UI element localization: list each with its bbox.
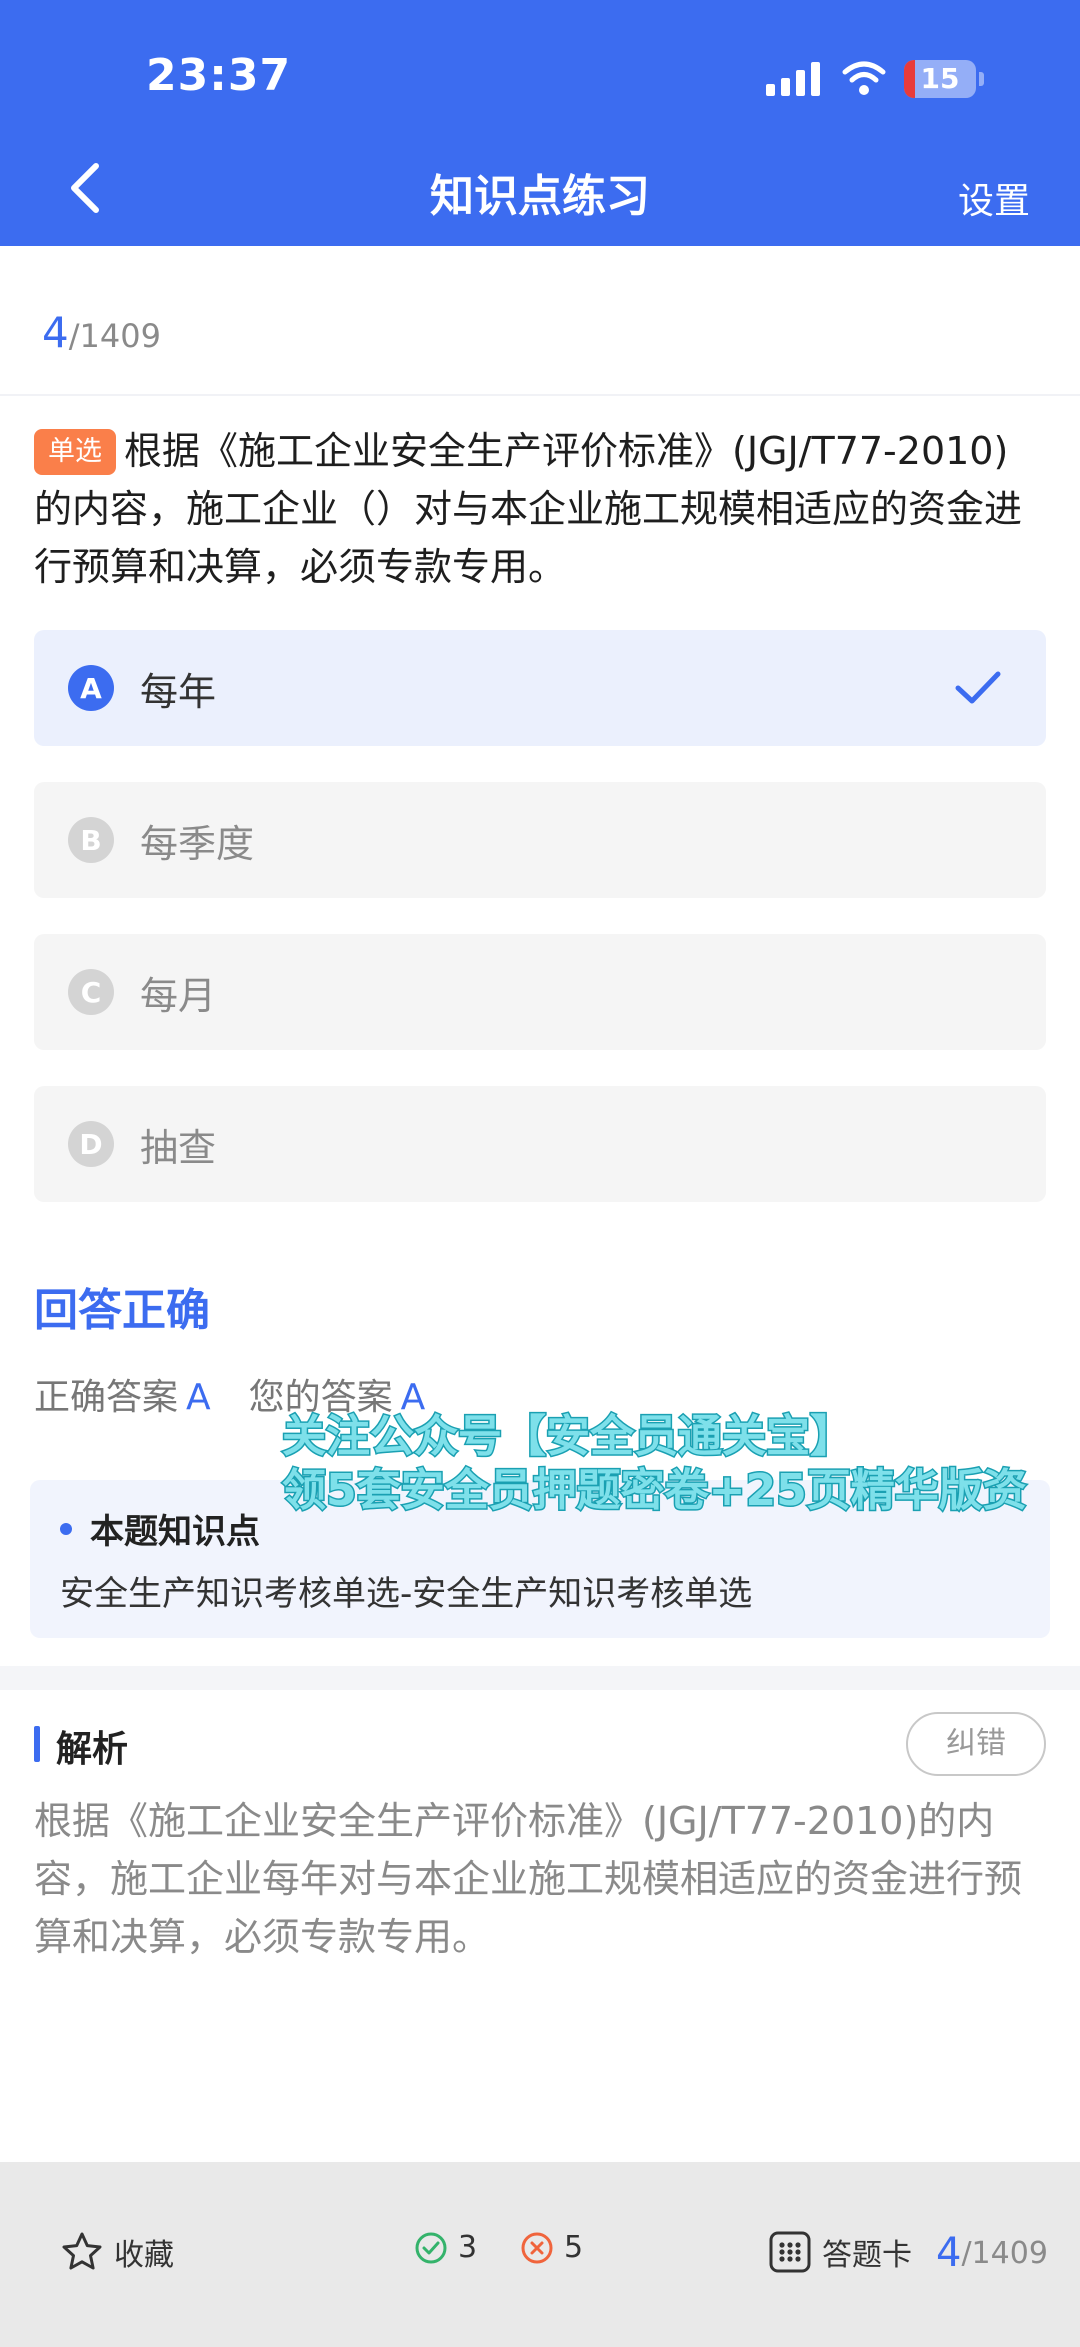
bullet-dot-icon [60, 1523, 72, 1535]
analysis-text: 根据《施工企业安全生产评价标准》(JGJ/T77-2010)的内容，施工企业每年… [34, 1799, 1023, 1959]
cellular-signal-icon [766, 62, 820, 96]
question-type-tag: 单选 [34, 429, 116, 475]
star-icon [62, 2232, 102, 2270]
top-bar: 23:37 15 知识点练习 设置 [0, 0, 1080, 246]
knowledge-point-title: 本题知识点 [60, 1504, 260, 1553]
question-stem: 单选 根据《施工企业安全生产评价标准》(JGJ/T77-2010)的内容，施工企业… [34, 422, 1044, 596]
correct-answer-value: A [186, 1377, 211, 1418]
option-letter: C [68, 969, 114, 1015]
section-divider [0, 1666, 1080, 1690]
favorite-label: 收藏 [114, 2238, 174, 2273]
settings-button[interactable]: 设置 [958, 172, 1030, 224]
option-c[interactable]: C 每月 [34, 934, 1046, 1050]
wrong-count[interactable]: 5 [520, 2230, 583, 2265]
bottom-total: /1409 [961, 2235, 1048, 2271]
option-letter: A [68, 665, 114, 711]
option-text: 每年 [140, 669, 217, 714]
bottom-question-counter: 4/1409 [936, 2230, 1048, 2276]
status-time: 23:37 [146, 50, 292, 101]
knowledge-point-text: 安全生产知识考核单选-安全生产知识考核单选 [60, 1574, 753, 1614]
check-circle-icon [415, 2232, 447, 2263]
current-question-number: 4 [42, 308, 69, 357]
answer-result-status: 回答正确 [34, 1285, 210, 1336]
option-text: 每月 [140, 973, 217, 1018]
option-d[interactable]: D 抽查 [34, 1086, 1046, 1202]
checkmark-icon [955, 671, 1001, 704]
knowledge-point-title-text: 本题知识点 [90, 1512, 260, 1552]
watermark-line-2: 领5套安全员押题密卷+25页精华版资 [281, 1464, 1029, 1518]
bottom-current-number: 4 [936, 2230, 962, 2276]
analysis-accent-bar [34, 1726, 40, 1762]
option-text: 抽查 [140, 1125, 217, 1170]
wifi-icon [842, 61, 886, 95]
report-error-button[interactable]: 纠错 [906, 1712, 1046, 1776]
promo-watermark: 关注公众号【安全员通关宝】 领5套安全员押题密卷+25页精华版资 [281, 1410, 1029, 1518]
option-letter: B [68, 817, 114, 863]
total-questions: /1409 [68, 317, 161, 355]
option-b[interactable]: B 每季度 [34, 782, 1046, 898]
favorite-button[interactable]: 收藏 [60, 2230, 174, 2274]
battery-level-text: 15 [920, 62, 960, 95]
page-title: 知识点练习 [430, 171, 650, 222]
x-circle-icon [521, 2232, 553, 2263]
question-text: 根据《施工企业安全生产评价标准》(JGJ/T77-2010)的内容，施工企业（）… [34, 429, 1023, 589]
grid-icon [769, 2231, 811, 2273]
analysis-title: 解析 [56, 1729, 129, 1770]
correct-count-value: 3 [458, 2230, 478, 2265]
option-letter: D [68, 1121, 114, 1167]
correct-count[interactable]: 3 [414, 2230, 477, 2265]
divider [0, 394, 1080, 396]
wrong-count-value: 5 [564, 2230, 584, 2265]
answer-card-button[interactable]: 答题卡 [768, 2230, 912, 2274]
bottom-toolbar: 收藏 3 5 答题卡 4/1409 [0, 2162, 1080, 2347]
battery-tip [979, 72, 984, 86]
question-counter: 4/1409 [42, 308, 161, 357]
watermark-line-1: 关注公众号【安全员通关宝】 [281, 1410, 856, 1464]
battery-icon: 15 [904, 60, 976, 98]
option-a[interactable]: A 每年 [34, 630, 1046, 746]
answer-card-label: 答题卡 [822, 2238, 912, 2273]
option-text: 每季度 [140, 821, 255, 866]
correct-answer-label: 正确答案 [34, 1377, 179, 1418]
